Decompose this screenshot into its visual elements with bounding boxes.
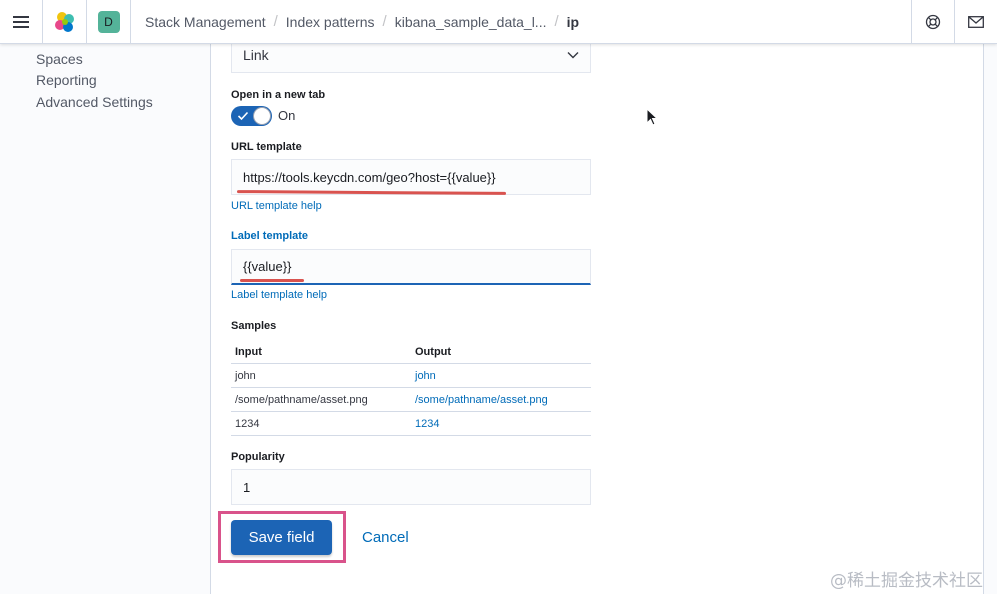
annotation-underline xyxy=(240,279,304,282)
sample-output-link[interactable]: 1234 xyxy=(411,418,439,430)
space-avatar: D xyxy=(97,10,120,33)
breadcrumb-current: ip xyxy=(566,13,580,30)
news-button[interactable] xyxy=(954,0,997,44)
top-header: D Stack Management / Index patterns / ki… xyxy=(0,0,997,44)
save-field-button[interactable]: Save field xyxy=(231,520,332,555)
popularity-input[interactable]: 1 xyxy=(231,469,591,505)
breadcrumb-index-patterns[interactable]: Index patterns xyxy=(286,14,375,30)
breadcrumb-index-pattern[interactable]: kibana_sample_data_l... xyxy=(395,14,547,30)
breadcrumb-separator: / xyxy=(273,13,278,30)
breadcrumb-separator: / xyxy=(554,13,559,30)
cancel-button[interactable]: Cancel xyxy=(362,529,409,546)
sample-output-link[interactable]: /some/pathname/asset.png xyxy=(411,394,548,406)
samples-table: Input Output john john /some/pathname/as… xyxy=(231,340,591,436)
space-selector[interactable]: D xyxy=(87,0,131,44)
open-new-tab-switch[interactable] xyxy=(231,106,272,126)
open-new-tab-state: On xyxy=(278,108,296,123)
mouse-cursor-icon xyxy=(646,108,658,126)
chevron-down-icon xyxy=(567,52,579,59)
breadcrumb: Stack Management / Index patterns / kiba… xyxy=(131,13,911,30)
column-header-output: Output xyxy=(415,345,452,358)
table-row: john john xyxy=(231,364,591,388)
help-button[interactable] xyxy=(911,0,954,44)
label-template-value: {{value}} xyxy=(243,259,292,274)
nav-item-spaces[interactable]: Spaces xyxy=(36,51,83,67)
open-new-tab-label: Open in a new tab xyxy=(231,89,326,101)
elastic-logo-icon xyxy=(54,11,74,32)
help-icon xyxy=(925,14,941,29)
url-template-help-link[interactable]: URL template help xyxy=(231,200,322,212)
menu-icon xyxy=(13,15,29,28)
check-icon xyxy=(237,111,249,121)
menu-button[interactable] xyxy=(0,0,43,44)
switch-knob xyxy=(253,107,271,125)
popularity-value: 1 xyxy=(243,479,251,495)
table-row: /some/pathname/asset.png /some/pathname/… xyxy=(231,388,591,412)
table-header-row: Input Output xyxy=(231,340,591,364)
mail-icon xyxy=(968,15,984,28)
breadcrumb-stack-management[interactable]: Stack Management xyxy=(145,14,266,30)
url-template-value: https://tools.keycdn.com/geo?host={{valu… xyxy=(243,169,496,185)
samples-label: Samples xyxy=(231,320,277,332)
watermark: @稀土掘金技术社区 xyxy=(830,571,983,591)
nav-item-reporting[interactable]: Reporting xyxy=(36,72,97,88)
side-navigation: Spaces Reporting Advanced Settings xyxy=(0,44,211,594)
url-template-label: URL template xyxy=(231,141,302,153)
sample-input: 1234 xyxy=(235,417,260,430)
sample-input: /some/pathname/asset.png xyxy=(235,393,368,406)
home-logo[interactable] xyxy=(43,0,87,44)
sample-output-link[interactable]: john xyxy=(411,370,436,382)
breadcrumb-separator: / xyxy=(382,13,387,30)
label-template-label: Label template xyxy=(231,230,309,242)
popularity-label: Popularity xyxy=(231,451,285,463)
nav-item-advanced-settings[interactable]: Advanced Settings xyxy=(36,94,153,110)
table-row: 1234 1234 xyxy=(231,412,591,436)
format-select-value: Link xyxy=(243,47,269,63)
sample-input: john xyxy=(235,369,256,382)
label-template-help-link[interactable]: Label template help xyxy=(231,289,327,301)
right-rail xyxy=(983,44,997,594)
column-header-input: Input xyxy=(235,345,262,358)
